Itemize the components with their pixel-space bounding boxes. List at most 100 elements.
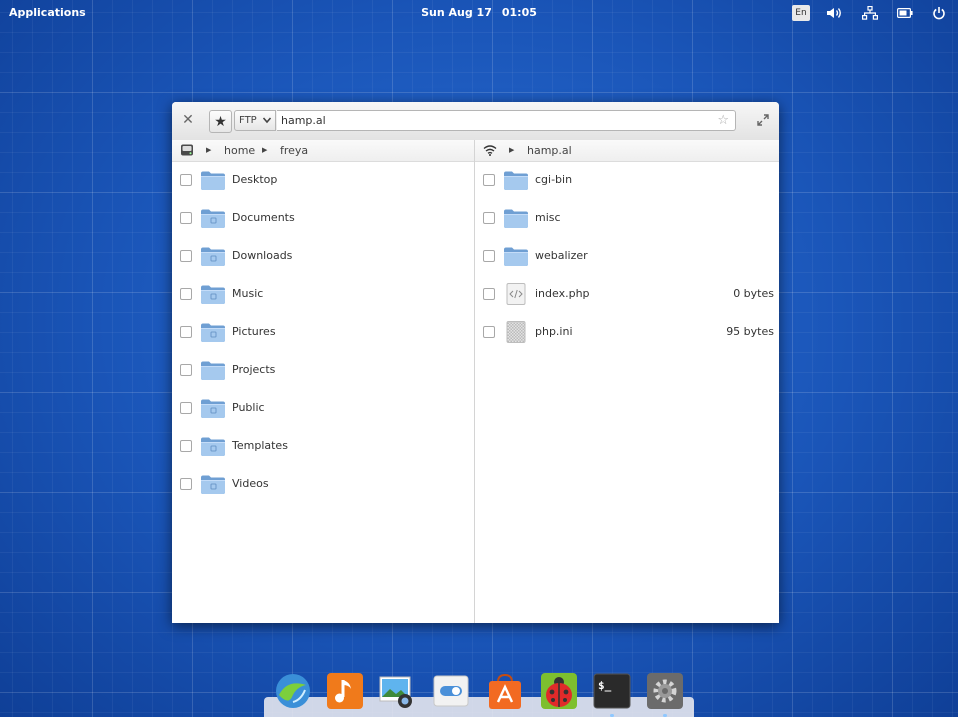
chevron-down-icon: [262, 115, 272, 128]
terminal-icon[interactable]: $_: [593, 672, 631, 710]
folder-icon: [200, 435, 226, 457]
folder-icon: [200, 359, 226, 381]
file-name: Downloads: [232, 249, 293, 262]
breadcrumb: ▶ home ▶ freya: [172, 140, 474, 162]
applications-menu[interactable]: Applications: [9, 6, 86, 19]
file-manager-window: ✕ ★ FTP ☆ ▶ home ▶ freya Desktop Document…: [172, 102, 779, 623]
address-bar[interactable]: ☆: [277, 110, 736, 131]
software-center-icon[interactable]: [486, 672, 524, 710]
folder-row[interactable]: misc: [475, 199, 779, 237]
bookmark-button[interactable]: ★: [209, 110, 232, 133]
file-name: index.php: [535, 287, 590, 300]
star-outline-icon[interactable]: ☆: [717, 113, 729, 128]
select-checkbox[interactable]: [483, 174, 495, 186]
select-checkbox[interactable]: [180, 402, 192, 414]
folder-row[interactable]: Pictures: [172, 313, 474, 351]
folder-icon: [200, 283, 226, 305]
address-input[interactable]: [281, 113, 701, 128]
folder-row[interactable]: Public: [172, 389, 474, 427]
battery-icon[interactable]: [896, 4, 914, 22]
folder-row[interactable]: webalizer: [475, 237, 779, 275]
header-bar: ✕ ★ FTP ☆: [172, 102, 779, 141]
select-checkbox[interactable]: [180, 288, 192, 300]
file-name: php.ini: [535, 325, 573, 338]
select-checkbox[interactable]: [180, 250, 192, 262]
maximize-icon[interactable]: [756, 113, 770, 127]
power-icon[interactable]: [930, 4, 948, 22]
select-checkbox[interactable]: [483, 250, 495, 262]
top-panel: Applications Sun Aug 17 01:05 En: [0, 0, 958, 26]
file-name: Music: [232, 287, 264, 300]
select-checkbox[interactable]: [483, 288, 495, 300]
file-name: Templates: [232, 439, 288, 452]
code-file-icon: [503, 283, 529, 305]
switchboard-settings-icon[interactable]: [432, 672, 470, 710]
file-size: 0 bytes: [733, 287, 774, 300]
file-name: cgi-bin: [535, 173, 573, 186]
breadcrumb-arrow-icon: ▶: [509, 146, 515, 154]
keyboard-layout-label: En: [792, 5, 810, 21]
breadcrumb-freya[interactable]: freya: [280, 144, 308, 157]
svg-text:$_: $_: [598, 679, 612, 692]
file-name: Documents: [232, 211, 295, 224]
folder-row[interactable]: Videos: [172, 465, 474, 503]
local-pane: ▶ home ▶ freya Desktop Documents Downloads…: [172, 140, 475, 623]
file-name: Projects: [232, 363, 276, 376]
folder-row[interactable]: Projects: [172, 351, 474, 389]
breadcrumb-arrow-icon: ▶: [206, 146, 212, 154]
select-checkbox[interactable]: [483, 326, 495, 338]
file-row[interactable]: index.php 0 bytes: [475, 275, 779, 313]
shotwell-photos-icon[interactable]: [378, 672, 416, 710]
folder-icon: [200, 207, 226, 229]
star-icon: ★: [214, 113, 227, 130]
midori-browser-icon[interactable]: [274, 672, 312, 710]
wifi-icon[interactable]: [483, 143, 497, 157]
noise-music-icon[interactable]: [326, 672, 364, 710]
select-checkbox[interactable]: [180, 326, 192, 338]
folder-row[interactable]: Desktop: [172, 161, 474, 199]
folder-icon: [200, 321, 226, 343]
date-label[interactable]: Sun Aug 17: [421, 6, 492, 19]
remote-pane: ▶ hamp.al cgi-bin misc webalizer index.php 0…: [475, 140, 779, 623]
file-name: Desktop: [232, 173, 278, 186]
protocol-label: FTP: [239, 115, 257, 126]
file-name: webalizer: [535, 249, 588, 262]
folder-icon: [200, 169, 226, 191]
folder-row[interactable]: Documents: [172, 199, 474, 237]
folder-icon: [200, 473, 226, 495]
folder-icon: [200, 397, 226, 419]
network-icon[interactable]: [861, 4, 879, 22]
system-settings-icon[interactable]: [646, 672, 684, 710]
keyboard-layout-indicator[interactable]: En: [792, 4, 810, 22]
select-checkbox[interactable]: [180, 440, 192, 452]
select-checkbox[interactable]: [180, 174, 192, 186]
folder-row[interactable]: Templates: [172, 427, 474, 465]
folder-icon: [503, 245, 529, 267]
folder-icon: [200, 245, 226, 267]
file-name: Public: [232, 401, 265, 414]
volume-icon[interactable]: [826, 4, 844, 22]
select-checkbox[interactable]: [180, 212, 192, 224]
select-checkbox[interactable]: [180, 478, 192, 490]
breadcrumb-home[interactable]: home: [224, 144, 255, 157]
folder-row[interactable]: cgi-bin: [475, 161, 779, 199]
file-name: misc: [535, 211, 561, 224]
file-name: Pictures: [232, 325, 276, 338]
ladybug-app-icon[interactable]: [540, 672, 578, 710]
close-button[interactable]: ✕: [181, 113, 195, 127]
breadcrumb: ▶ hamp.al: [475, 140, 779, 162]
time-label[interactable]: 01:05: [502, 6, 537, 19]
file-name: Videos: [232, 477, 269, 490]
breadcrumb-host[interactable]: hamp.al: [527, 144, 572, 157]
protocol-select[interactable]: FTP: [234, 110, 276, 131]
select-checkbox[interactable]: [180, 364, 192, 376]
select-checkbox[interactable]: [483, 212, 495, 224]
folder-icon: [503, 169, 529, 191]
folder-row[interactable]: Downloads: [172, 237, 474, 275]
clock: Sun Aug 17 01:05: [0, 6, 958, 19]
text-file-icon: [503, 321, 529, 343]
file-row[interactable]: php.ini 95 bytes: [475, 313, 779, 351]
breadcrumb-arrow-icon: ▶: [262, 146, 268, 154]
folder-row[interactable]: Music: [172, 275, 474, 313]
hard-disk-icon[interactable]: [180, 143, 194, 157]
